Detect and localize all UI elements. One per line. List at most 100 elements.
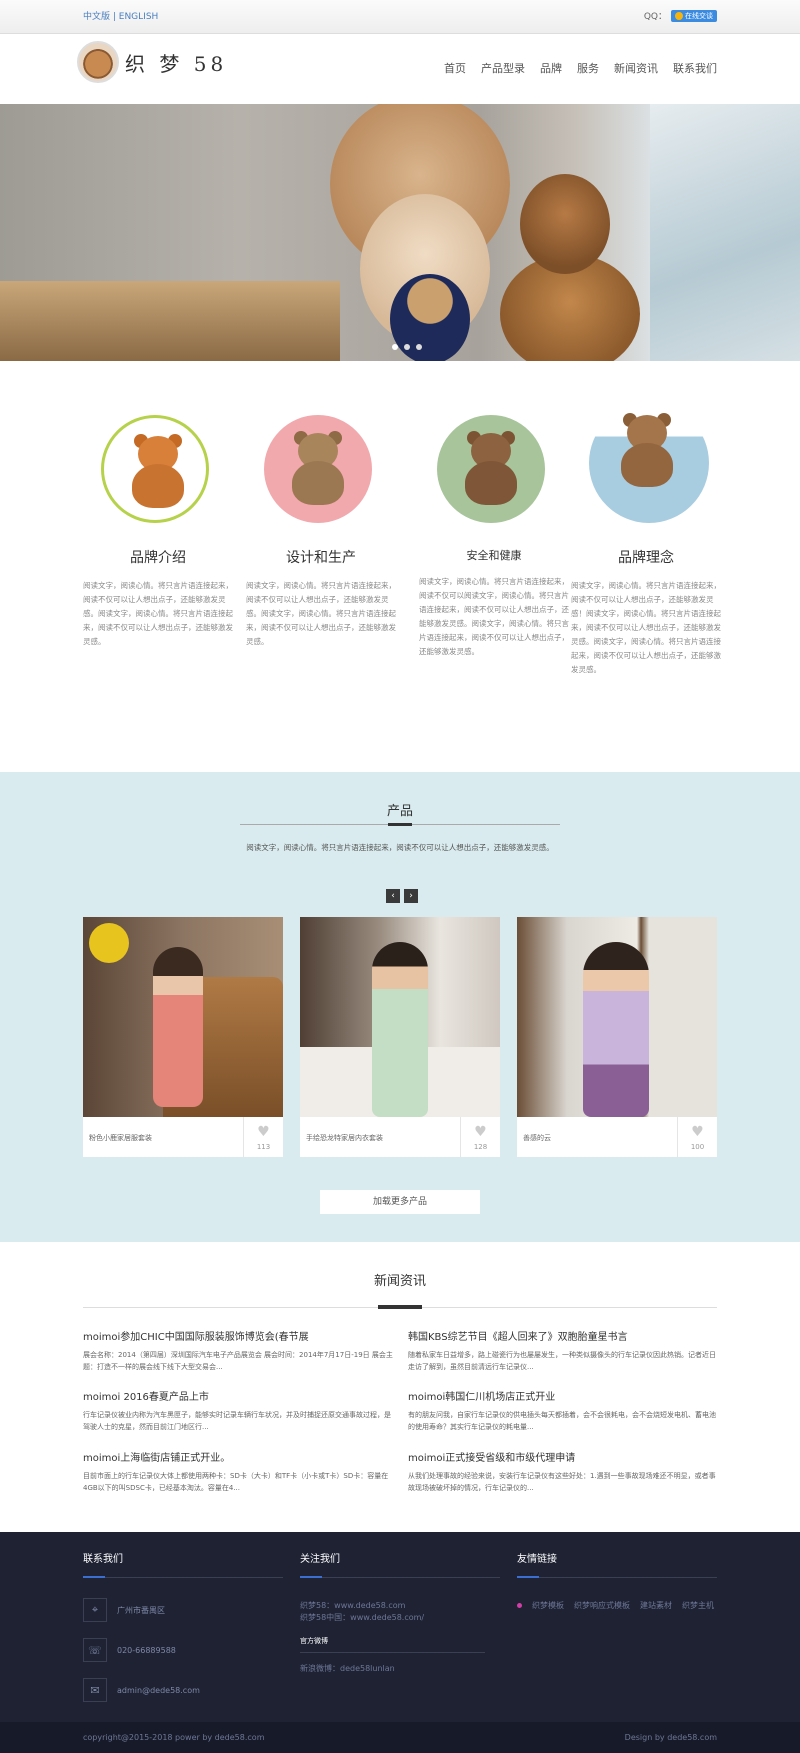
footer-follow: 关注我们 织梦58：www.dede58.com 织梦58中国：www.dede… <box>300 1550 500 1675</box>
footer-links: 友情链接 织梦模板 织梦响应式模板 建站素材 织梦主机 <box>517 1550 717 1611</box>
banner-pagination <box>392 344 422 350</box>
news-title[interactable]: moimoi正式接受省级和市级代理申请 <box>408 1449 718 1464</box>
bear-icon <box>128 434 188 508</box>
feature-title: 设计和生产 <box>286 550 356 566</box>
feature-brand-intro: 品牌介绍 阅读文字，阅读心情。将只言片语连接起来，阅读不仅可以让人想出点子，还能… <box>83 415 233 649</box>
qq-chat-label: 在线交谈 <box>685 11 713 20</box>
news-desc: 有的朋友问我，自家行车记录仪的供电插头每天都插着，会不会很耗电，会不会烧短发电机… <box>408 1411 716 1431</box>
news-item[interactable]: moimoi正式接受省级和市级代理申请 从我们处理事故的经验来说，安装行车记录仪… <box>408 1449 718 1494</box>
email-text[interactable]: admin@dede58.com <box>117 1686 200 1695</box>
nav-item-catalog[interactable]: 产品型录 <box>481 60 525 76</box>
news-title[interactable]: 韩国KBS综艺节目《超人回来了》双胞胎童星书言 <box>408 1328 718 1343</box>
next-arrow-icon[interactable]: › <box>404 889 418 903</box>
location-icon: ⌖ <box>83 1598 107 1622</box>
heart-icon: ♥ <box>691 1124 704 1140</box>
logo[interactable]: 织 梦 58 <box>77 41 227 83</box>
product-card[interactable]: 粉色小鹿家居服套装 ♥ 113 <box>83 917 283 1157</box>
friend-link[interactable]: 织梦主机 <box>682 1600 714 1611</box>
friend-links: 织梦模板 织梦响应式模板 建站素材 织梦主机 <box>517 1600 717 1611</box>
mail-icon: ✉ <box>83 1678 107 1702</box>
like-button[interactable]: ♥ 100 <box>677 1117 717 1157</box>
news-desc: 目前市面上的行车记录仪大体上都使用两种卡：SD卡（大卡）和TF卡（小卡或T卡）S… <box>83 1472 389 1492</box>
news-item[interactable]: moimoi参加CHIC中国国际服装服饰博览会(春节展 展会名称：2014（第四… <box>83 1328 393 1373</box>
nav-item-home[interactable]: 首页 <box>444 60 466 76</box>
banner-dot[interactable] <box>404 344 410 350</box>
news-item[interactable]: 韩国KBS综艺节目《超人回来了》双胞胎童星书言 随着私家车日益增多，路上碰瓷行为… <box>408 1328 718 1373</box>
qq-chat-button[interactable]: 在线交谈 <box>671 9 717 22</box>
news-title[interactable]: moimoi 2016春夏产品上市 <box>83 1388 393 1403</box>
feature-text: 阅读文字，阅读心情。将只言片语连接起来，阅读不仅可以让人想出点子，还能够激发灵感… <box>571 581 721 674</box>
brand-badge <box>89 923 129 963</box>
product-image <box>300 917 500 1117</box>
banner-dot[interactable] <box>392 344 398 350</box>
weibo-link[interactable]: 新浪微博：dede58lunlan <box>300 1663 500 1675</box>
qq-label: QQ： <box>643 12 667 22</box>
feature-brand-philosophy: 品牌理念 阅读文字，阅读心情。将只言片语连接起来，阅读不仅可以让人想出点子，还能… <box>571 403 721 677</box>
bear-icon <box>461 431 521 505</box>
friend-link[interactable]: 织梦模板 <box>532 1600 564 1611</box>
phone-icon: ☏ <box>83 1638 107 1662</box>
site-header: 织 梦 58 首页 产品型录 品牌 服务 新闻资讯 联系我们 <box>0 35 800 104</box>
friend-link[interactable]: 建站素材 <box>640 1600 672 1611</box>
news-desc: 从我们处理事故的经验来说，安装行车记录仪有这些好处：1.遇到一些事故现场难还不明… <box>408 1472 716 1492</box>
site-link[interactable]: 织梦58：www.dede58.com <box>300 1600 500 1612</box>
nav-item-news[interactable]: 新闻资讯 <box>614 60 658 76</box>
bullet-icon <box>517 1603 522 1608</box>
load-more-button[interactable]: 加载更多产品 <box>320 1190 480 1214</box>
footer-heading: 友情链接 <box>517 1550 717 1578</box>
address-text: 广州市番禺区 <box>117 1605 165 1615</box>
news-desc: 行车记录仪被业内称为汽车黑匣子，能够实时记录车辆行车状况，并及时捕捉还原交通事故… <box>83 1411 391 1431</box>
logo-bear-icon <box>77 41 119 83</box>
main-nav: 首页 产品型录 品牌 服务 新闻资讯 联系我们 <box>444 60 717 76</box>
feature-safety-health: 安全和健康 阅读文字，阅读心情。将只言片语连接起来，阅读不仅可以阅读文字，阅读心… <box>419 415 569 659</box>
feature-text: 阅读文字，阅读心情。将只言片语连接起来，阅读不仅可以让人想出点子，还能够激发灵感… <box>83 581 233 646</box>
qq-icon <box>675 11 683 20</box>
news-item[interactable]: moimoi 2016春夏产品上市 行车记录仪被业内称为汽车黑匣子，能够实时记录… <box>83 1388 393 1433</box>
section-title: 新闻资讯 <box>373 1274 426 1289</box>
like-button[interactable]: ♥ 113 <box>243 1117 283 1157</box>
nav-item-contact[interactable]: 联系我们 <box>673 60 717 76</box>
prev-arrow-icon[interactable]: ‹ <box>386 889 400 903</box>
news-title[interactable]: moimoi参加CHIC中国国际服装服饰博览会(春节展 <box>83 1328 393 1343</box>
feature-image-1 <box>101 415 209 523</box>
product-card[interactable]: 善感的云 ♥ 100 <box>517 917 717 1157</box>
product-name: 手绘恐龙特家居内衣套装 <box>306 1134 383 1142</box>
footer-heading: 联系我们 <box>83 1550 283 1578</box>
feature-image-3 <box>437 415 545 523</box>
products-section: 产品 阅读文字，阅读心情。将只言片语连接起来，阅读不仅可以让人想出点子，还能够激… <box>0 772 800 1242</box>
feature-design-production: 设计和生产 阅读文字，阅读心情。将只言片语连接起来，阅读不仅可以让人想出点子，还… <box>246 415 396 649</box>
news-item[interactable]: moimoi上海临街店铺正式开业。 目前市面上的行车记录仪大体上都使用两种卡：S… <box>83 1449 393 1494</box>
feature-text: 阅读文字，阅读心情。将只言片语连接起来，阅读不仅可以让人想出点子，还能够激发灵感… <box>246 581 396 646</box>
carousel-controls: ‹ › <box>386 889 418 903</box>
like-count: 100 <box>690 1143 705 1151</box>
design-credit[interactable]: Design by dede58.com <box>625 1733 717 1742</box>
weibo-heading: 官方微博 <box>300 1636 485 1653</box>
banner-bear-small <box>520 174 610 274</box>
heart-icon: ♥ <box>257 1124 270 1140</box>
bear-icon <box>617 413 677 487</box>
language-switch[interactable]: 中文版 | ENGLISH <box>83 9 158 22</box>
logo-text: 织 梦 58 <box>125 51 228 76</box>
top-bar: 中文版 | ENGLISH QQ： 在线交谈 <box>0 0 800 34</box>
footer-contact: 联系我们 ⌖ 广州市番禺区 ☏ 020-66889588 ✉ admin@ded… <box>83 1550 283 1702</box>
like-count: 128 <box>473 1143 488 1151</box>
like-button[interactable]: ♥ 128 <box>460 1117 500 1157</box>
news-title[interactable]: moimoi上海临街店铺正式开业。 <box>83 1449 393 1464</box>
nav-item-brand[interactable]: 品牌 <box>540 60 562 76</box>
title-underline <box>388 823 412 826</box>
friend-link[interactable]: 织梦响应式模板 <box>574 1600 630 1611</box>
title-underline <box>378 1305 422 1309</box>
bear-icon <box>288 431 348 505</box>
copyright-bar: copyright@2015-2018 power by dede58.com … <box>0 1722 800 1753</box>
news-title[interactable]: moimoi韩国仁川机场店正式开业 <box>408 1388 718 1403</box>
banner-sofa <box>0 281 340 361</box>
section-desc: 阅读文字，阅读心情。将只言片语连接起来，阅读不仅可以让人想出点子，还能够激发灵感… <box>246 843 554 852</box>
contact-phone: ☏ 020-66889588 <box>83 1638 283 1662</box>
news-item[interactable]: moimoi韩国仁川机场店正式开业 有的朋友问我，自家行车记录仪的供电插头每天都… <box>408 1388 718 1433</box>
banner-dot[interactable] <box>416 344 422 350</box>
nav-item-service[interactable]: 服务 <box>577 60 599 76</box>
product-card[interactable]: 手绘恐龙特家居内衣套装 ♥ 128 <box>300 917 500 1157</box>
footer-heading: 关注我们 <box>300 1550 500 1578</box>
site-link[interactable]: 织梦58中国：www.dede58.com/ <box>300 1612 500 1624</box>
product-image <box>517 917 717 1117</box>
